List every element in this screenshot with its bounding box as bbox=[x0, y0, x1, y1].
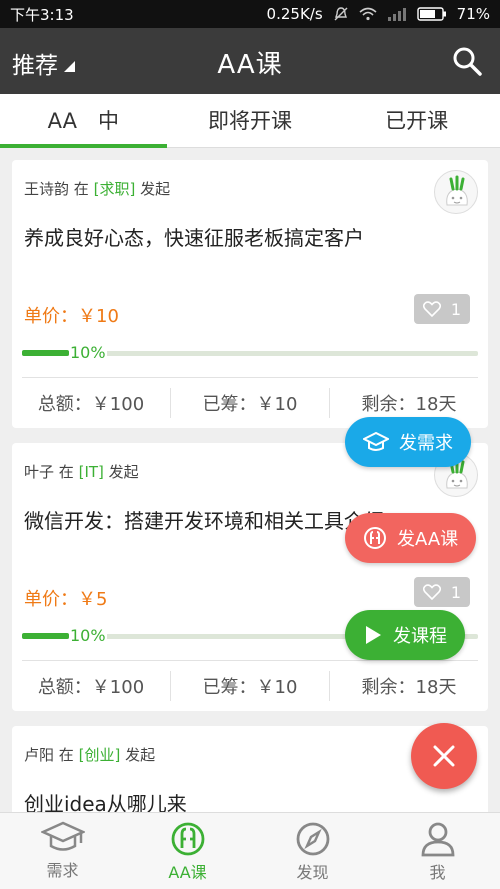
signal-icon bbox=[387, 7, 407, 21]
category-tag[interactable]: [求职] bbox=[94, 180, 136, 198]
like-button[interactable]: 1 bbox=[414, 294, 470, 324]
mute-icon bbox=[333, 6, 349, 22]
author-name[interactable]: 王诗韵 bbox=[24, 180, 69, 198]
heart-icon bbox=[422, 301, 441, 317]
graduation-cap-icon bbox=[40, 821, 85, 851]
progress-fill bbox=[22, 350, 69, 356]
tab-bar: AA 中 即将开课 已开课 bbox=[0, 94, 500, 148]
raised-amount: 已筹：￥10 bbox=[170, 388, 329, 418]
card-stats: 总额：￥100 已筹：￥10 剩余：18天 bbox=[12, 661, 488, 711]
nav-label: 需求 bbox=[46, 861, 79, 880]
network-speed: 0.25K/s bbox=[266, 5, 323, 23]
status-bar: 下午3:13 0.25K/s 71% bbox=[0, 0, 500, 28]
unit-price: 单价：￥5 bbox=[24, 589, 108, 610]
like-button[interactable]: 1 bbox=[414, 577, 470, 607]
app-bar: 推荐 AA课 bbox=[0, 28, 500, 94]
status-right: 0.25K/s 71% bbox=[267, 5, 490, 23]
person-icon bbox=[421, 822, 454, 857]
card-initiator: 王诗韵 在 [求职] 发起 bbox=[24, 178, 170, 199]
post-course-label: 发课程 bbox=[393, 626, 447, 647]
total-amount: 总额：￥100 bbox=[37, 394, 145, 415]
status-time: 下午3:13 bbox=[10, 5, 74, 24]
initiator-action-text: 发起 bbox=[125, 746, 156, 764]
card-initiator: 叶子 在 [IT] 发起 bbox=[24, 461, 139, 482]
search-icon[interactable] bbox=[452, 46, 482, 76]
like-count: 1 bbox=[450, 299, 462, 319]
tab-aa-ongoing[interactable]: AA 中 bbox=[0, 94, 167, 148]
compass-icon bbox=[296, 822, 329, 856]
close-menu-button[interactable] bbox=[411, 723, 477, 789]
page-title: AA课 bbox=[217, 50, 283, 80]
battery-icon bbox=[416, 7, 447, 21]
days-remaining: 剩余：18天 bbox=[329, 388, 488, 418]
initiator-in-text: 在 bbox=[58, 746, 74, 764]
post-aa-course-label: 发AA课 bbox=[397, 529, 459, 550]
initiator-action-text: 发起 bbox=[108, 463, 139, 481]
close-icon bbox=[433, 745, 455, 767]
nav-item-aa-course[interactable]: AA课 bbox=[125, 813, 250, 889]
progress-percent: 10% bbox=[69, 342, 107, 364]
initiator-action-text: 发起 bbox=[140, 180, 171, 198]
post-need-button[interactable]: 发需求 bbox=[345, 417, 471, 467]
nav-item-need[interactable]: 需求 bbox=[0, 813, 125, 889]
days-remaining: 剩余：18天 bbox=[329, 671, 488, 701]
wifi-icon bbox=[359, 7, 377, 21]
category-tag[interactable]: [创业] bbox=[79, 746, 121, 764]
bottom-nav: 需求 AA课 发现 我 bbox=[0, 812, 500, 889]
play-icon bbox=[366, 626, 381, 644]
tab-started[interactable]: 已开课 bbox=[333, 94, 500, 147]
aa-logo-icon bbox=[171, 822, 204, 856]
category-tag[interactable]: [IT] bbox=[79, 463, 104, 481]
nav-label: AA课 bbox=[168, 863, 207, 882]
course-card[interactable]: 叶子 在 [IT] 发起 微信开发：搭建开发环境和相关工具介绍 单价：￥5 1 … bbox=[12, 443, 488, 711]
progress-fill bbox=[22, 633, 69, 639]
tab-upcoming[interactable]: 即将开课 bbox=[167, 94, 334, 147]
graduation-cap-icon bbox=[363, 431, 389, 451]
nav-item-me[interactable]: 我 bbox=[375, 813, 500, 889]
course-title: 微信开发：搭建开发环境和相关工具介绍 bbox=[24, 509, 384, 533]
card-initiator: 卢阳 在 [创业] 发起 bbox=[24, 744, 155, 765]
aa-logo-icon bbox=[364, 527, 386, 549]
nav-label: 发现 bbox=[296, 863, 329, 882]
raised-amount: 已筹：￥10 bbox=[170, 671, 329, 701]
post-need-label: 发需求 bbox=[399, 433, 453, 454]
unit-price: 单价：￥10 bbox=[24, 306, 119, 327]
nav-item-discover[interactable]: 发现 bbox=[250, 813, 375, 889]
post-aa-course-button[interactable]: 发AA课 bbox=[345, 513, 477, 563]
course-card[interactable]: 王诗韵 在 [求职] 发起 养成良好心态，快速征服老板搞定客户 单价：￥10 1… bbox=[12, 160, 488, 428]
heart-icon bbox=[422, 584, 441, 600]
nav-label: 我 bbox=[429, 863, 446, 882]
like-count: 1 bbox=[450, 582, 462, 602]
post-course-button[interactable]: 发课程 bbox=[345, 610, 465, 660]
progress-percent: 10% bbox=[69, 625, 107, 647]
funding-progress-bar: 10% bbox=[22, 342, 478, 364]
initiator-in-text: 在 bbox=[58, 463, 74, 481]
total-amount: 总额：￥100 bbox=[37, 677, 145, 698]
course-title: 养成良好心态，快速征服老板搞定客户 bbox=[24, 226, 364, 250]
author-name[interactable]: 叶子 bbox=[24, 463, 54, 481]
battery-percent: 71% bbox=[456, 5, 490, 23]
avatar[interactable] bbox=[434, 170, 478, 214]
initiator-in-text: 在 bbox=[73, 180, 89, 198]
author-name[interactable]: 卢阳 bbox=[24, 746, 54, 764]
